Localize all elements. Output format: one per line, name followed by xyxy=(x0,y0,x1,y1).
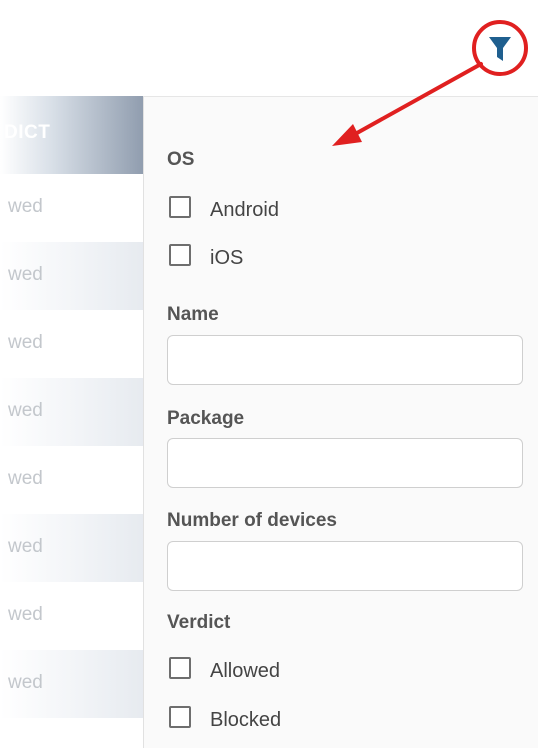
blocked-checkbox[interactable] xyxy=(169,706,191,728)
table-cell: wed xyxy=(8,196,43,217)
table-row: wed xyxy=(0,378,146,446)
verdict-label: Verdict xyxy=(167,612,231,633)
table-cell: wed xyxy=(8,468,43,489)
verdict-table: DICT wed wed wed wed wed wed wed wed xyxy=(0,96,146,747)
number-of-devices-label: Number of devices xyxy=(167,510,337,531)
filter-panel: OS Android iOS Name Package Number of de… xyxy=(143,96,538,748)
blocked-checkbox-label[interactable]: Blocked xyxy=(210,709,281,732)
ios-checkbox-label[interactable]: iOS xyxy=(210,247,243,270)
name-label: Name xyxy=(167,304,219,325)
filter-button[interactable] xyxy=(470,18,530,78)
table-cell: wed xyxy=(8,264,43,285)
table-row: wed xyxy=(0,174,146,242)
funnel-icon xyxy=(472,20,528,76)
os-label: OS xyxy=(167,149,195,170)
name-input[interactable] xyxy=(167,335,523,385)
table-cell: wed xyxy=(8,536,43,557)
package-input[interactable] xyxy=(167,438,523,488)
verdict-column-header: DICT xyxy=(4,122,51,143)
table-row: wed xyxy=(0,242,146,310)
table-cell: wed xyxy=(8,604,43,625)
ios-checkbox[interactable] xyxy=(169,244,191,266)
package-label: Package xyxy=(167,408,245,429)
android-checkbox[interactable] xyxy=(169,196,191,218)
table-row: wed xyxy=(0,310,146,378)
allowed-checkbox[interactable] xyxy=(169,657,191,679)
table-row: wed xyxy=(0,650,146,718)
table-row: wed xyxy=(0,582,146,650)
table-cell: wed xyxy=(8,672,43,693)
table-header[interactable]: DICT xyxy=(0,96,146,174)
table-cell: wed xyxy=(8,332,43,353)
table-row: wed xyxy=(0,446,146,514)
table-row: wed xyxy=(0,514,146,582)
allowed-checkbox-label[interactable]: Allowed xyxy=(210,660,280,683)
number-of-devices-input[interactable] xyxy=(167,541,523,591)
android-checkbox-label[interactable]: Android xyxy=(210,199,279,222)
table-cell: wed xyxy=(8,400,43,421)
